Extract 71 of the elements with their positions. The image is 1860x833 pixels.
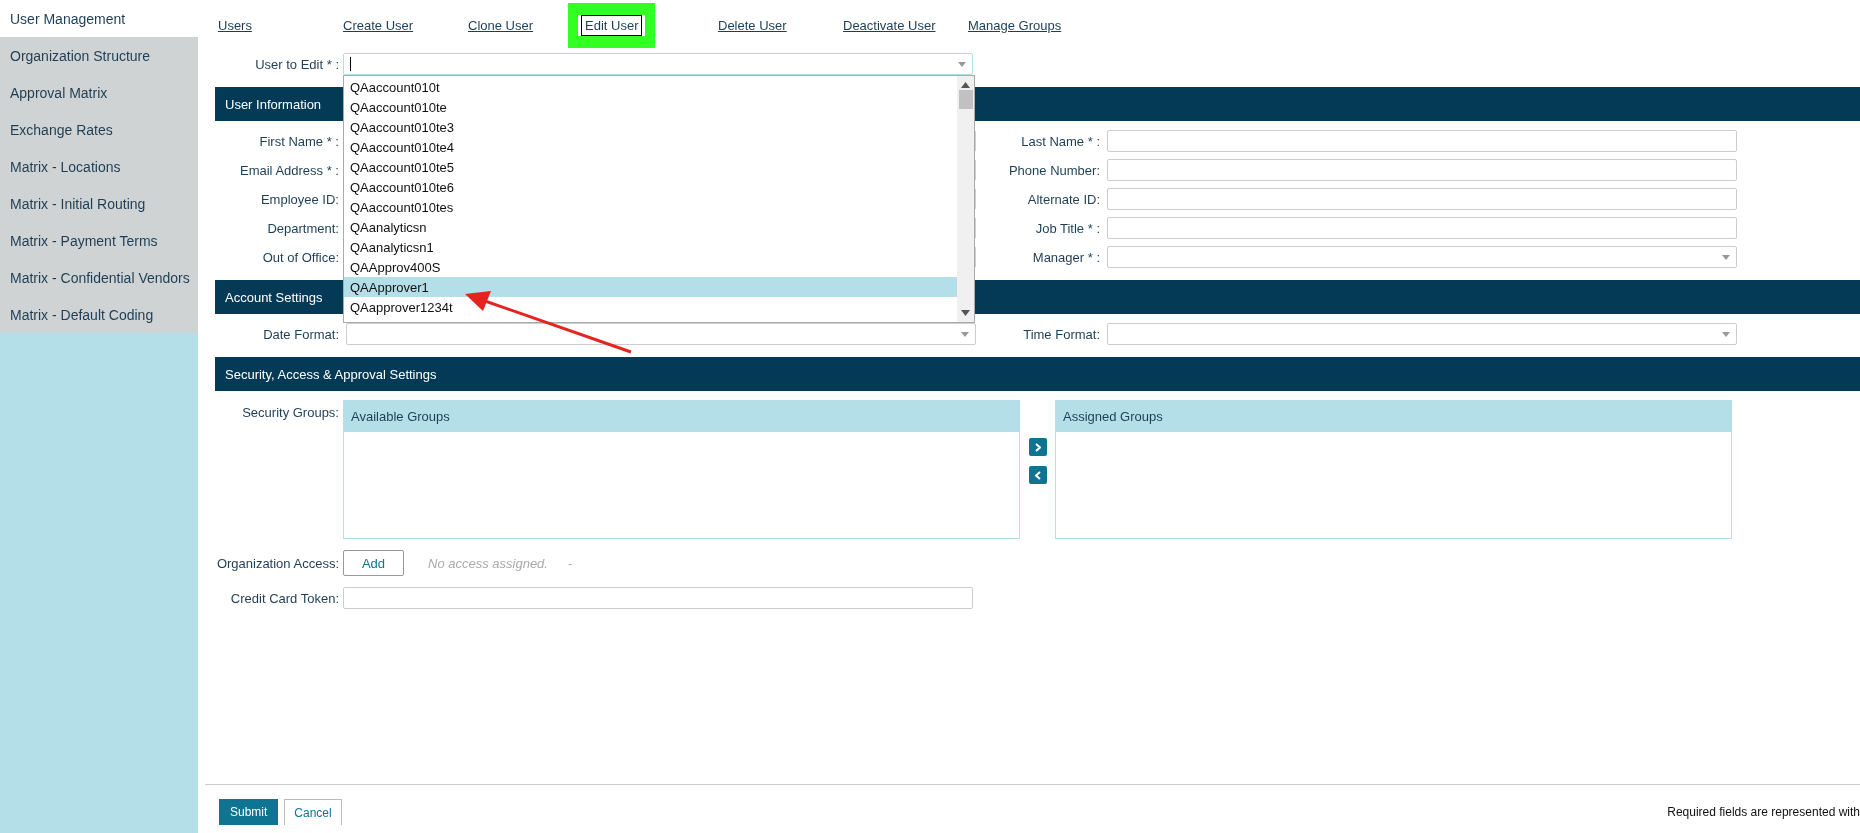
dropdown-option[interactable]: QAaccount010te6 [344,177,957,197]
cancel-button[interactable]: Cancel [284,799,342,825]
nav-link[interactable]: Delete User [715,15,790,35]
field-label: Job Title * : [1034,220,1101,236]
field-label: Date Format: [262,326,340,342]
dropdown-option[interactable]: QAanalyticsn [344,217,957,237]
dropdown-caret-icon [1722,332,1730,337]
text-field[interactable] [1107,159,1737,181]
nav-link[interactable]: Deactivate User [840,15,939,35]
move-left-button[interactable] [1028,466,1047,484]
sidebar-item[interactable]: Exchange Rates [0,111,198,148]
select-field[interactable] [1107,246,1737,268]
text-cursor [350,57,351,71]
field-label: Alternate ID: [1026,191,1101,207]
field-label: Manager * : [1031,249,1101,265]
nav-link[interactable]: Manage Groups [965,15,1065,35]
text-field[interactable] [1107,217,1737,239]
separator-text: - [567,555,573,571]
move-right-button[interactable] [1028,438,1047,456]
dropdown-option[interactable]: QAaccount010te5 [344,157,957,177]
field-label: Phone Number: [1007,162,1101,178]
field-label: Security Groups: [241,404,340,420]
add-button[interactable]: Add [343,550,404,576]
sidebar-item[interactable]: Matrix - Locations [0,148,198,185]
dropdown-caret-icon [961,332,969,337]
list-header: Available Groups [344,401,1019,432]
dropdown-option[interactable]: QAApprov400S [344,257,957,277]
field-label: Last Name * : [1020,133,1101,149]
dropdown-option[interactable]: QAaccount010te [344,97,957,117]
nav-link[interactable]: Clone User [465,15,537,35]
field-label: Email Address * : [239,162,340,178]
nav-link[interactable]: Edit User [581,14,643,36]
select-field[interactable] [346,323,976,345]
sidebar-item[interactable]: Matrix - Confidential Vendors [0,259,198,296]
text-field[interactable] [1107,130,1737,152]
chevron-right-icon [1034,442,1041,452]
scroll-down-icon[interactable] [961,310,970,316]
dropdown-option[interactable]: QAApprover1 [344,277,957,297]
sidebar-item[interactable]: Matrix - Payment Terms [0,222,198,259]
field-label: Credit Card Token: [229,590,340,606]
nav-link[interactable]: Users [215,15,255,35]
scrollbar[interactable] [957,76,974,322]
chevron-left-icon [1034,470,1041,480]
field-label: First Name * : [258,133,340,149]
nav-link[interactable]: Create User [340,15,417,35]
field-label: Out of Office: [261,249,340,265]
sidebar-item[interactable]: Organization Structure [0,37,198,74]
dropdown-option[interactable]: QAaccount010tes [344,197,957,217]
sidebar-item[interactable]: Approval Matrix [0,74,198,111]
dropdown-option[interactable]: QAapprover1234t [344,297,957,317]
list-header: Assigned Groups [1056,401,1731,432]
field-label: Employee ID: [259,191,340,207]
sidebar-item[interactable]: User Management [0,0,198,37]
text-field[interactable] [343,587,973,609]
text-field[interactable] [1107,188,1737,210]
scroll-thumb[interactable] [958,90,973,109]
submit-button[interactable]: Submit [219,799,279,825]
section-header: Security, Access & Approval Settings [215,357,1860,391]
sidebar-item[interactable]: Matrix - Initial Routing [0,185,198,222]
select-field[interactable] [1107,323,1737,345]
field-label: User to Edit * : [254,56,340,72]
empty-message: No access assigned. [428,555,548,571]
dropdown-caret-icon [958,62,966,67]
dropdown-option[interactable]: QAaccount010te4 [344,137,957,157]
field-label: Department: [266,220,340,236]
sidebar-item[interactable]: Matrix - Default Coding [0,296,198,333]
required-note: Required fields are represented with [1667,805,1860,819]
field-label: Time Format: [1022,326,1101,342]
field-label: Organization Access: [215,555,340,571]
dropdown-caret-icon [1722,255,1730,260]
dropdown-option[interactable]: QAanalyticsn1 [344,237,957,257]
